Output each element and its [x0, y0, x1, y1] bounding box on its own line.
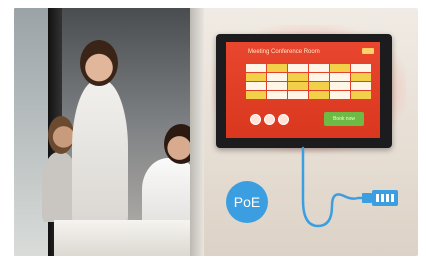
cable-line	[301, 146, 374, 228]
rj45-connector-icon	[362, 190, 398, 206]
poe-badge: PoE	[226, 181, 268, 223]
ethernet-cable	[301, 146, 398, 228]
